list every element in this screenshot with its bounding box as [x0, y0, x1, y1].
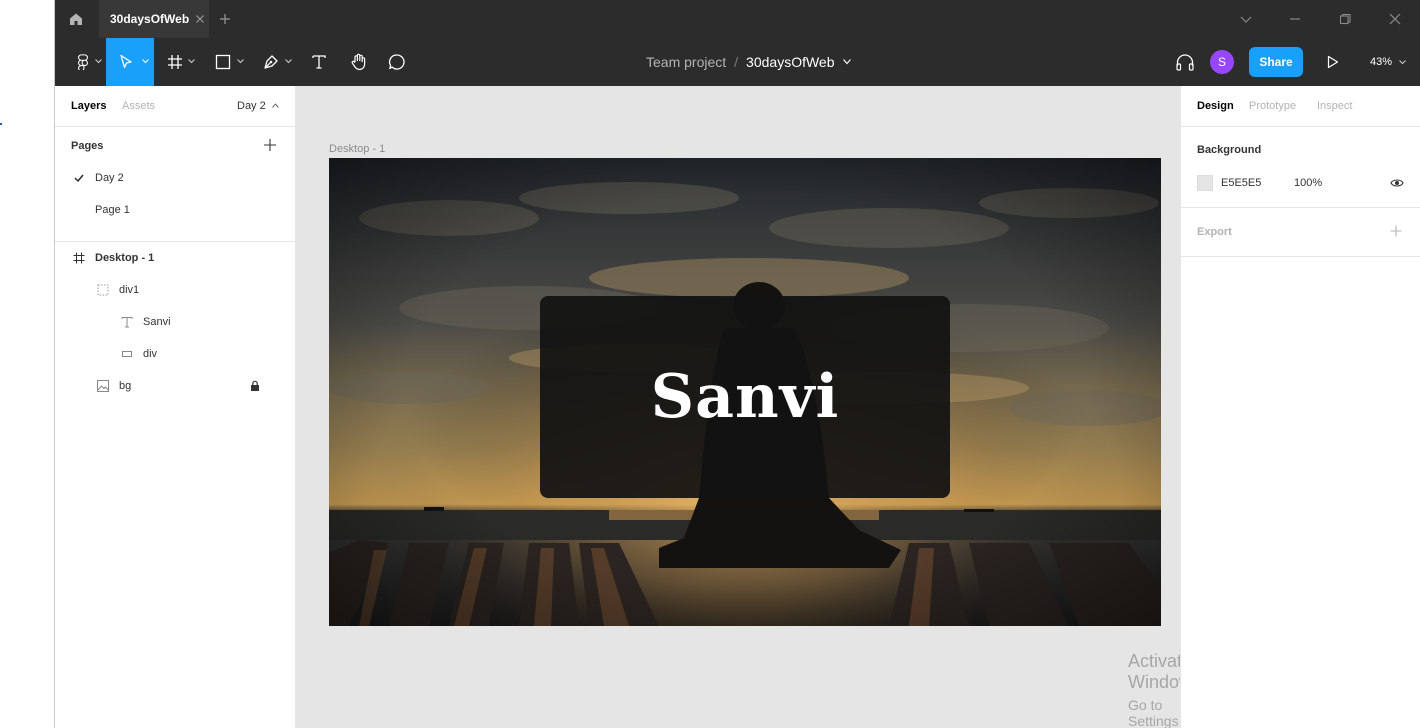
chevron-down-icon [95, 59, 102, 64]
chevron-down-icon [1399, 59, 1406, 64]
page-item-page-1[interactable]: Page 1 [55, 194, 295, 226]
frame-icon [73, 252, 85, 264]
add-page-icon[interactable] [263, 138, 277, 152]
properties-panel: Design Prototype Inspect Background E5E5… [1180, 86, 1420, 728]
page-item-day-2[interactable]: Day 2 [55, 162, 295, 194]
window-close-icon[interactable] [1388, 12, 1402, 26]
page-selector-label: Day 2 [237, 100, 266, 112]
hand-icon [351, 53, 366, 71]
group-icon [97, 284, 109, 296]
panel-divider [1181, 207, 1420, 208]
image-icon [97, 380, 109, 392]
headphones-icon [1176, 54, 1194, 71]
chevron-down-icon [237, 59, 244, 64]
hand-tool-button[interactable] [343, 38, 375, 86]
breadcrumb-file[interactable]: 30daysOfWeb [746, 54, 834, 70]
chevron-down-icon[interactable] [842, 59, 851, 65]
tab-assets[interactable]: Assets [122, 100, 155, 112]
shape-tool-button[interactable] [207, 38, 247, 86]
breadcrumb: Team project / 30daysOfWeb [646, 38, 851, 86]
pages-heading: Pages [71, 140, 104, 152]
frame-label[interactable]: Desktop - 1 [329, 143, 385, 155]
layer-bg[interactable]: bg [55, 370, 295, 402]
home-icon [70, 13, 82, 25]
share-button[interactable]: Share [1249, 47, 1303, 77]
tab-inspect[interactable]: Inspect [1317, 100, 1352, 112]
background-heading: Background [1197, 144, 1262, 156]
zoom-value: 43% [1370, 56, 1393, 68]
tab-layers[interactable]: Layers [71, 100, 106, 112]
frame-hash-icon [168, 55, 182, 69]
text-tool-icon [312, 55, 326, 69]
background-hex-input[interactable]: E5E5E5 [1221, 177, 1261, 189]
tab-list-chevron-icon[interactable] [1239, 12, 1253, 26]
layer-label: bg [119, 380, 132, 392]
close-tab-icon[interactable] [193, 12, 207, 26]
file-tab-label: 30daysOfWeb [110, 12, 190, 26]
avatar[interactable]: S [1210, 50, 1234, 74]
background-color-swatch[interactable] [1197, 175, 1213, 191]
canvas[interactable]: Desktop - 1 Sanvi Activate Windows Go to… [296, 86, 1396, 728]
layer-label: Sanvi [143, 316, 171, 328]
rectangle-tool-icon [215, 54, 231, 70]
page-selector[interactable]: Day 2 [237, 100, 279, 112]
move-tool-button[interactable] [106, 38, 154, 86]
page-item-label: Page 1 [95, 204, 130, 216]
left-panel-tabs: Layers Assets Day 2 [55, 86, 295, 127]
add-export-icon[interactable] [1390, 225, 1402, 237]
check-icon [74, 174, 84, 183]
rectangle-icon [122, 351, 132, 357]
layer-label: div1 [119, 284, 140, 296]
page-item-label: Day 2 [95, 172, 124, 184]
panel-divider [1181, 256, 1420, 257]
layer-div1[interactable]: div1 [55, 274, 295, 306]
chevron-down-icon [188, 59, 195, 64]
audio-button[interactable] [1171, 38, 1199, 86]
layer-desktop-1[interactable]: Desktop - 1 [55, 242, 295, 274]
desktop-frame[interactable]: Sanvi [329, 158, 1161, 626]
toolbar: Team project / 30daysOfWeb S Share 43% [55, 38, 1420, 86]
new-tab-icon[interactable] [218, 12, 232, 26]
name-card-text: Sanvi [650, 362, 840, 432]
figma-window: 30daysOfWeb Team project / 30daysOfWeb S… [54, 0, 1420, 728]
pen-icon [264, 55, 278, 69]
text-icon [121, 317, 133, 328]
breadcrumb-team[interactable]: Team project [646, 54, 726, 70]
name-card[interactable]: Sanvi [540, 296, 950, 498]
layers-panel: Layers Assets Day 2 Pages Day 2 Page 1 D… [55, 86, 296, 728]
zoom-control[interactable]: 43% [1370, 38, 1406, 86]
tab-prototype[interactable]: Prototype [1249, 100, 1296, 112]
text-tool-button[interactable] [303, 38, 335, 86]
present-button[interactable] [1321, 38, 1345, 86]
home-button[interactable] [55, 0, 97, 38]
background-opacity-input[interactable]: 100% [1294, 177, 1322, 189]
chevron-down-icon [285, 59, 292, 64]
breadcrumb-separator: / [734, 54, 739, 70]
frame-tool-button[interactable] [159, 38, 199, 86]
minimize-icon[interactable] [1288, 12, 1302, 26]
export-heading: Export [1197, 226, 1232, 238]
right-panel-tabs: Design Prototype Inspect [1181, 86, 1420, 127]
figma-logo-icon [78, 54, 88, 70]
layer-div[interactable]: div [55, 338, 295, 370]
title-bar: 30daysOfWeb [55, 0, 1420, 38]
cursor-icon [120, 54, 132, 69]
layer-label: Desktop - 1 [95, 252, 155, 264]
tab-design[interactable]: Design [1197, 100, 1234, 112]
eye-icon[interactable] [1390, 177, 1404, 189]
lock-icon[interactable] [250, 380, 260, 392]
layer-label: div [143, 348, 158, 360]
layer-sanvi[interactable]: Sanvi [55, 306, 295, 338]
comment-tool-button[interactable] [381, 38, 413, 86]
restore-icon[interactable] [1338, 12, 1352, 26]
comment-icon [388, 54, 405, 70]
pen-tool-button[interactable] [255, 38, 295, 86]
screen: 30daysOfWeb Team project / 30daysOfWeb S… [0, 0, 1420, 728]
desktop-artifact [0, 123, 2, 125]
chevron-down-icon [142, 59, 149, 64]
play-icon [1327, 55, 1339, 69]
main-menu-button[interactable] [63, 38, 103, 86]
chevron-up-icon [271, 103, 279, 108]
